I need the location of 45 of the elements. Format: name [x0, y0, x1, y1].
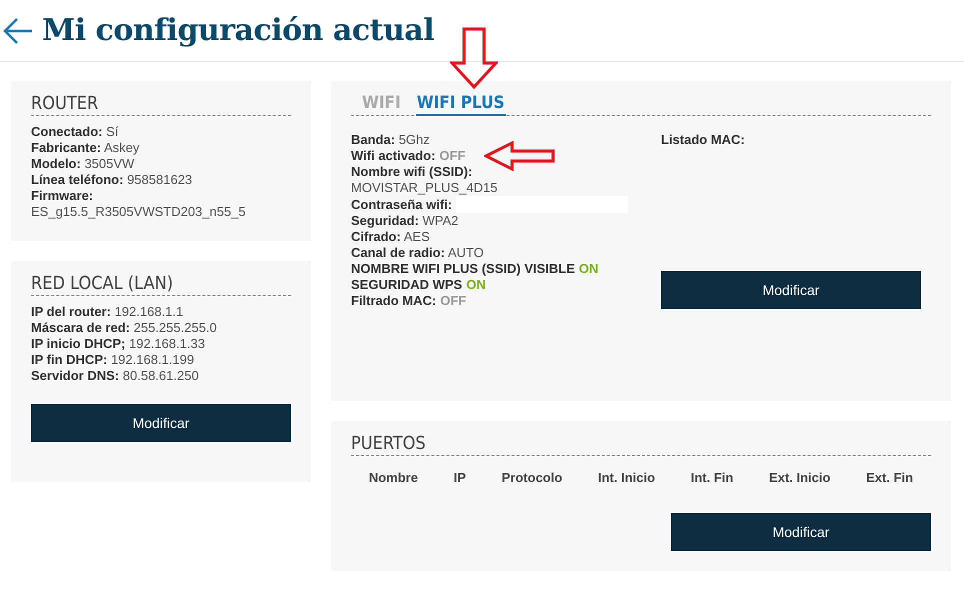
status-value: ON: [578, 261, 598, 276]
info-line: Cifrado: AES: [351, 229, 431, 245]
tab[interactable]: WIFI PLUS: [416, 93, 506, 116]
info-line: IP del router: 192.168.1.1: [31, 304, 184, 320]
left-arrow-icon: [484, 141, 556, 171]
info-value: MOVISTAR_PLUS_4D15: [351, 180, 498, 196]
column-header: IP: [454, 470, 466, 485]
section-title: ROUTER: [31, 93, 291, 116]
info-line: Modelo: 3505VW: [31, 156, 136, 172]
info-value: ES_g15.5_R3505VWSTD203_n55_5: [31, 204, 247, 220]
back-arrow-icon[interactable]: [2, 16, 34, 46]
page-title: Mi configuración actual: [42, 13, 434, 48]
info-line: Seguridad: WPA2: [351, 213, 460, 229]
status-value: ON: [466, 277, 486, 292]
modify-button[interactable]: Modificar: [661, 271, 921, 309]
info-label: Firmware:: [31, 188, 94, 204]
column-header: Protocolo: [502, 470, 562, 485]
column-header: Int. Inicio: [598, 470, 656, 485]
status-value: OFF: [440, 293, 466, 308]
column-header: Ext. Fin: [866, 470, 914, 485]
info-line: Línea teléfono: 958581623: [31, 172, 194, 188]
info-label: Nombre wifi (SSID):: [351, 164, 474, 180]
info-line: IP fin DHCP: 192.168.1.199: [31, 352, 196, 368]
info-line: Servidor DNS: 80.58.61.250: [31, 368, 200, 384]
down-arrow-icon: [450, 27, 498, 89]
info-line: Fabricante: Askey: [31, 140, 140, 156]
info-line: IP inicio DHCP; 192.168.1.33: [31, 336, 206, 352]
info-line: Conectado: Sí: [31, 124, 120, 140]
info-label: Wifi activado:: [351, 148, 436, 164]
section-title: PUERTOS: [351, 433, 931, 456]
section-title: RED LOCAL (LAN): [31, 273, 291, 296]
info-line: Canal de radio: AUTO: [351, 245, 485, 261]
info-label: NOMBRE WIFI PLUS (SSID) VISIBLE: [351, 261, 575, 277]
status-value: OFF: [439, 148, 466, 163]
info-line: Banda: 5Ghz: [351, 132, 431, 148]
info-label: Filtrado MAC:: [351, 293, 436, 309]
modify-button[interactable]: Modificar: [671, 513, 931, 551]
column-header: Nombre: [368, 470, 418, 485]
column-header: Int. Fin: [690, 470, 734, 485]
modify-button[interactable]: Modificar: [31, 404, 291, 442]
column-header: Ext. Inicio: [769, 470, 830, 485]
info-label: SEGURIDAD WPS: [351, 277, 462, 293]
info-label: Contraseña wifi:: [351, 196, 452, 212]
info-line: Máscara de red: 255.255.255.0: [31, 320, 218, 336]
info-label: Listado MAC:: [661, 132, 746, 148]
